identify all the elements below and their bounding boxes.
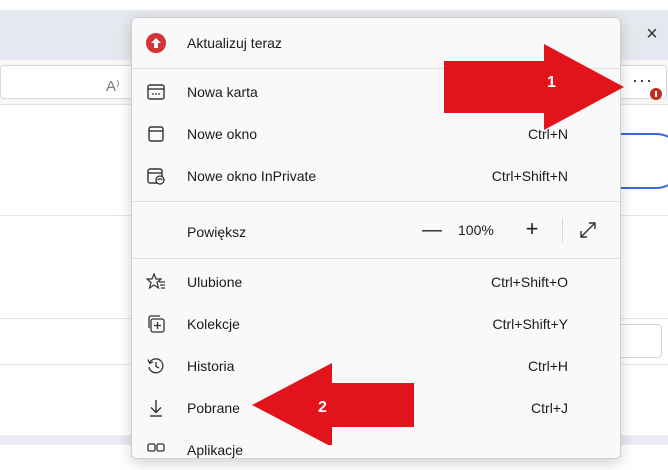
fullscreen-icon[interactable] xyxy=(578,220,598,240)
read-aloud-icon[interactable]: A⁾ xyxy=(106,77,120,95)
inprivate-icon xyxy=(147,168,165,185)
update-icon xyxy=(146,33,166,53)
menu-item-label: Nowe okno InPrivate xyxy=(187,168,317,184)
apps-icon xyxy=(147,443,165,452)
zoom-in-button[interactable]: + xyxy=(520,217,544,241)
more-dots-icon[interactable]: ··· xyxy=(632,70,653,91)
menu-item-favorites[interactable]: Ulubione Ctrl+Shift+O xyxy=(132,262,620,302)
annotation-arrow-2 xyxy=(252,363,414,445)
annotation-number-1: 1 xyxy=(547,74,556,91)
menu-separator xyxy=(132,258,620,259)
menu-separator xyxy=(132,201,620,202)
menu-item-new-inprivate-window[interactable]: Nowe okno InPrivate Ctrl+Shift+N xyxy=(132,156,620,196)
menu-item-label: Aplikacje xyxy=(187,442,244,458)
menu-item-shortcut: Ctrl+Shift+N xyxy=(491,168,568,184)
window-top-strip xyxy=(0,0,668,10)
menu-item-zoom: Powiększ — 100% + xyxy=(132,210,620,252)
annotation-arrow-1 xyxy=(444,44,624,130)
menu-item-label: Nowa karta xyxy=(187,84,258,100)
downloads-icon xyxy=(150,400,162,417)
new-window-icon xyxy=(148,126,164,142)
close-window-button[interactable]: × xyxy=(640,22,664,46)
new-tab-icon xyxy=(147,84,165,100)
update-badge-icon xyxy=(650,88,662,100)
zoom-label: Powiększ xyxy=(187,224,247,240)
menu-item-label: Ulubione xyxy=(187,274,243,290)
annotation-number-2: 2 xyxy=(318,399,327,416)
menu-item-label: Historia xyxy=(187,358,235,374)
zoom-level-value: 100% xyxy=(458,222,494,238)
menu-item-shortcut: Ctrl+Shift+Y xyxy=(492,316,568,332)
menu-item-shortcut: Ctrl+H xyxy=(527,358,568,374)
menu-item-shortcut: Ctrl+J xyxy=(531,400,568,416)
favorites-icon xyxy=(146,272,165,290)
zoom-out-button[interactable]: — xyxy=(420,218,444,242)
menu-item-label: Pobrane xyxy=(187,400,240,416)
menu-item-label: Nowe okno xyxy=(187,126,258,142)
menu-item-label: Aktualizuj teraz xyxy=(187,35,282,51)
menu-item-shortcut: Ctrl+Shift+O xyxy=(490,274,568,290)
menu-item-collections[interactable]: Kolekcje Ctrl+Shift+Y xyxy=(132,304,620,344)
menu-item-label: Kolekcje xyxy=(187,316,240,332)
collections-icon xyxy=(148,315,165,333)
history-icon xyxy=(147,358,164,374)
zoom-divider xyxy=(562,218,563,242)
